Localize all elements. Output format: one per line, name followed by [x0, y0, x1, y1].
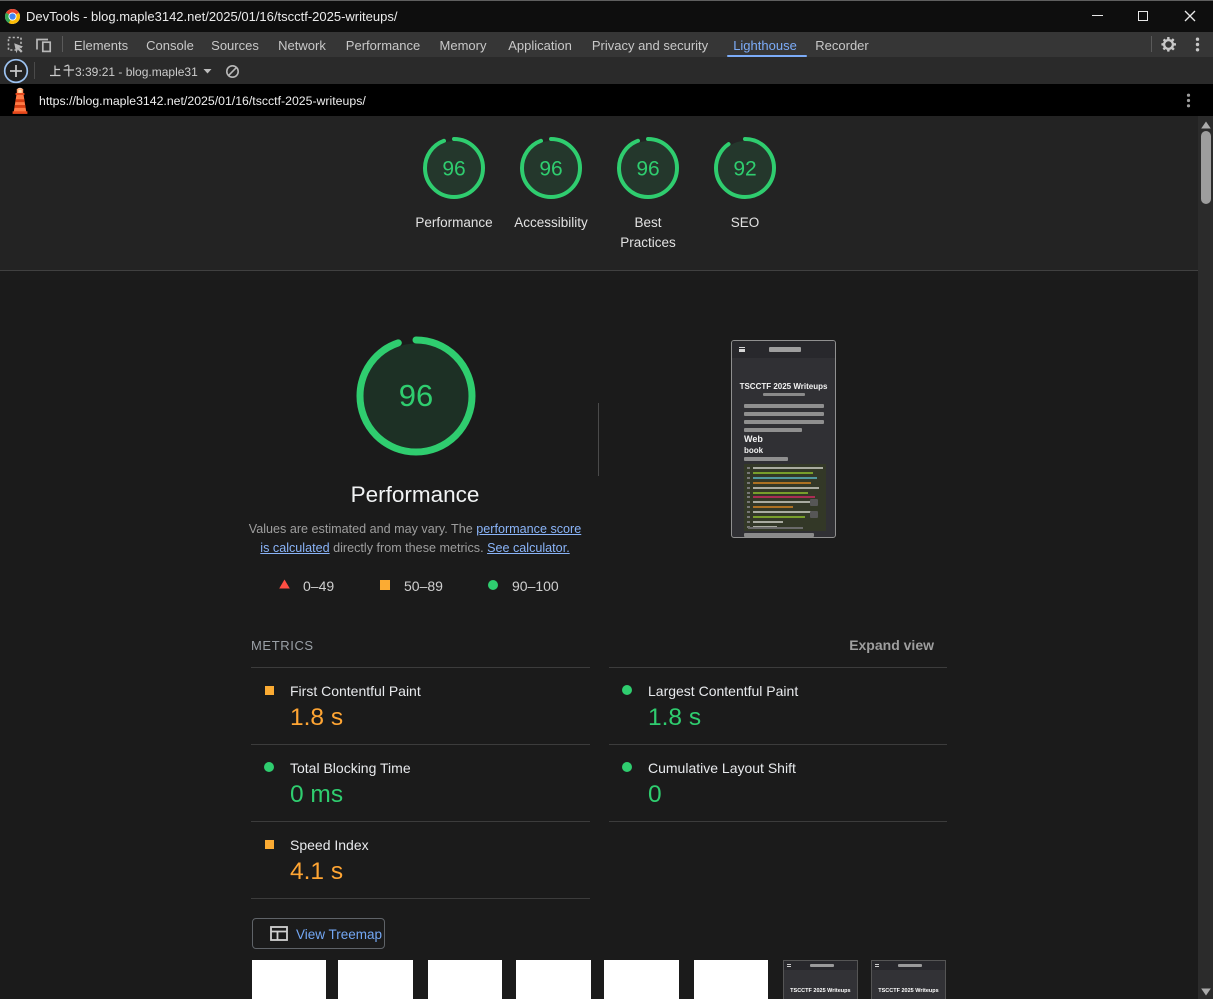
svg-text:96: 96	[636, 158, 659, 181]
svg-text:96: 96	[539, 158, 562, 181]
svg-text:92: 92	[733, 158, 756, 181]
svg-text:96: 96	[442, 158, 465, 181]
svg-text:96: 96	[399, 378, 433, 413]
